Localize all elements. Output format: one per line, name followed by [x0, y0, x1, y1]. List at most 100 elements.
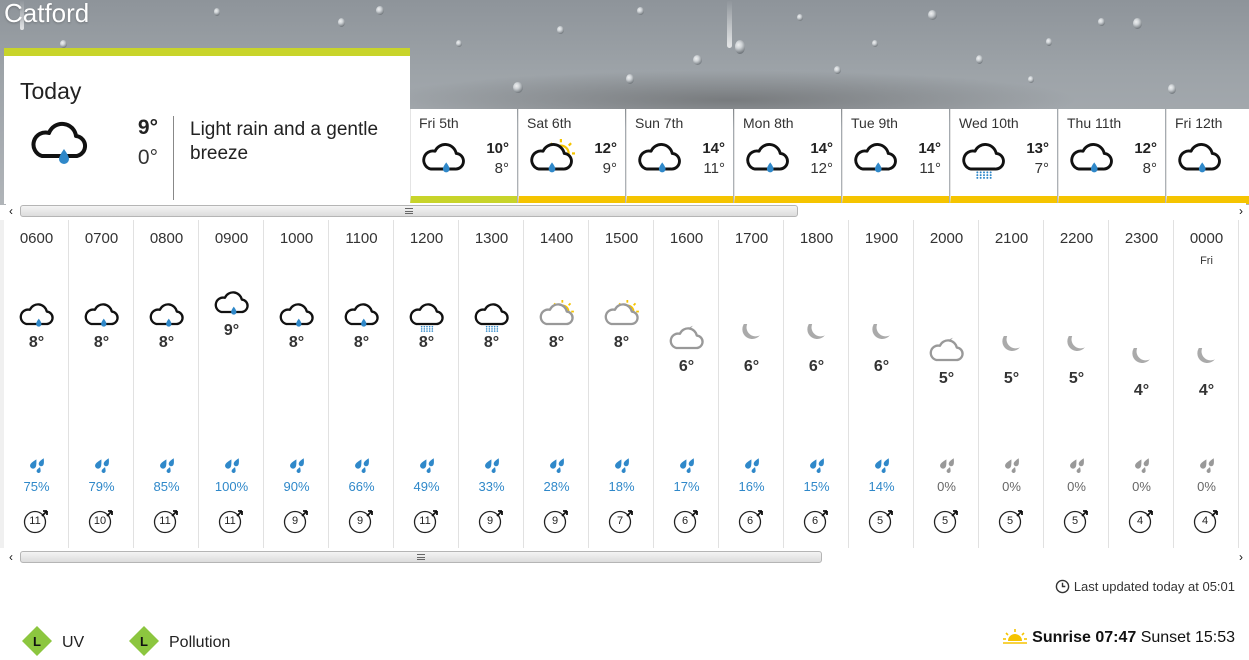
raindrops-icon	[225, 458, 239, 473]
cloud-rain-icon	[149, 303, 184, 327]
raindrops-icon	[1005, 458, 1019, 473]
moon-icon	[1197, 348, 1215, 363]
raindrop	[797, 14, 803, 21]
hour-column[interactable]: 0600 8° 75% 11	[4, 220, 69, 548]
hour-column[interactable]: 1200 8° 49% 11	[394, 220, 459, 548]
cloud-rain-icon	[1178, 143, 1221, 173]
pollution-label[interactable]: Pollution	[169, 634, 230, 652]
day-low-temp: 8°	[494, 160, 509, 177]
scroll-right-arrow-icon[interactable]: ›	[1236, 549, 1246, 565]
cloud-drizzle-icon	[962, 143, 1005, 179]
raindrop	[456, 40, 462, 47]
hour-column[interactable]: 2100 5° 0% 5	[979, 220, 1044, 548]
pollution-level-badge[interactable]: L	[128, 625, 160, 657]
raindrops-icon	[745, 458, 759, 473]
scroll-right-arrow-icon[interactable]: ›	[1236, 203, 1246, 219]
hour-column[interactable]: 2200 5° 0% 5	[1044, 220, 1109, 548]
uv-level: L	[33, 634, 41, 649]
hour-column[interactable]: 1600 6° 17% 6	[654, 220, 719, 548]
day-high-temp: 14°	[702, 140, 725, 157]
day-tab[interactable]: Fri 12th1	[1166, 109, 1249, 204]
day-high-temp: 12°	[1134, 140, 1157, 157]
today-label: Today	[20, 78, 82, 104]
raindrop	[637, 7, 644, 15]
day-tab[interactable]: Wed 10th 13° 7°	[950, 109, 1057, 204]
hour-column[interactable]: 1700 6° 16% 6	[719, 220, 784, 548]
sunrise-label: Sunrise	[1032, 629, 1091, 646]
hour-column[interactable]: 1400 8° 28% 9	[524, 220, 589, 548]
hour-time: 0900	[214, 230, 249, 247]
hour-rain-chance: 0%	[1132, 479, 1151, 494]
scroll-left-arrow-icon[interactable]: ‹	[6, 203, 16, 219]
cloud-rain-icon	[19, 303, 54, 327]
hour-column[interactable]: 2000 5° 0% 5	[914, 220, 979, 548]
days-scrollbar[interactable]: ‹ ›	[6, 203, 1246, 219]
location-name: Catford	[4, 0, 90, 28]
cloud-rain-icon	[422, 143, 465, 173]
day-tab[interactable]: Sat 6th 12° 9°	[518, 109, 625, 204]
hour-rain-chance: 66%	[348, 479, 375, 494]
hours-scroll-thumb[interactable]	[20, 551, 822, 563]
hour-rain-chance: 33%	[478, 479, 505, 494]
hour-rain-chance: 75%	[23, 479, 50, 494]
cloud-drizzle-icon	[409, 303, 444, 332]
day-tab[interactable]: Thu 11th 12° 8°	[1058, 109, 1165, 204]
day-tab[interactable]: Mon 8th 14° 12°	[734, 109, 841, 204]
hour-column[interactable]: 1500 8° 18% 7	[589, 220, 654, 548]
day-high-temp: 13°	[1026, 140, 1049, 157]
raindrops-icon	[290, 458, 304, 473]
raindrop	[376, 6, 384, 15]
raindrop	[928, 10, 937, 20]
clock-icon	[1055, 579, 1070, 594]
uv-label[interactable]: UV	[62, 634, 84, 652]
day-tab[interactable]: Tue 9th 14° 11°	[842, 109, 949, 204]
hour-wind-speed: 9	[356, 515, 364, 527]
hour-rain-chance: 100%	[214, 479, 249, 494]
raindrop	[976, 55, 983, 64]
hours-scrollbar[interactable]: ‹ ›	[6, 549, 1246, 565]
hour-time: 1200	[409, 230, 444, 247]
hour-rain-chance: 28%	[543, 479, 570, 494]
hour-time: 1700	[734, 230, 769, 247]
today-card[interactable]: Today 9° 0° Light rain and a gentle bree…	[4, 48, 410, 204]
hour-column[interactable]: 1900 6° 14% 5	[849, 220, 914, 548]
days-scroll-thumb[interactable]	[20, 205, 798, 217]
raindrop	[1098, 18, 1105, 26]
hour-wind-speed: 9	[551, 515, 559, 527]
hour-rain-chance: 85%	[153, 479, 180, 494]
raindrops-icon	[1135, 458, 1149, 473]
hour-column[interactable]: 0000 Fri 4° 0% 4	[1174, 220, 1239, 548]
day-tab[interactable]: Fri 5th 10° 8°	[410, 109, 517, 204]
cloud-rain-icon	[279, 303, 314, 327]
hour-rain-chance: 16%	[738, 479, 765, 494]
raindrops-icon	[1070, 458, 1084, 473]
hour-wind-speed: 11	[159, 515, 171, 527]
scroll-left-arrow-icon[interactable]: ‹	[6, 549, 16, 565]
hour-temp: 8°	[28, 334, 45, 351]
pollution-level: L	[140, 634, 148, 649]
hour-column[interactable]: 0700 8° 79% 10	[69, 220, 134, 548]
day-tab[interactable]: Sun 7th 14° 11°	[626, 109, 733, 204]
raindrop	[1046, 38, 1052, 46]
hour-column[interactable]: 1300 8° 33% 9	[459, 220, 524, 548]
raindrop	[338, 18, 345, 27]
hour-temp: 9°	[223, 322, 240, 339]
day-low-temp: 9°	[602, 160, 617, 177]
hour-column[interactable]: 1100 8° 66% 9	[329, 220, 394, 548]
raindrop	[1168, 84, 1176, 94]
moon-icon	[1002, 336, 1020, 351]
day-name: Mon 8th	[743, 115, 794, 131]
uv-level-badge[interactable]: L	[21, 625, 53, 657]
hour-rain-chance: 17%	[673, 479, 700, 494]
hour-rain-chance: 0%	[1067, 479, 1086, 494]
hour-time: 2300	[1124, 230, 1159, 247]
hour-column[interactable]: 2300 4° 0% 4	[1109, 220, 1174, 548]
hour-wind-speed: 11	[419, 515, 431, 527]
hour-column[interactable]: 0800 8° 85% 11	[134, 220, 199, 548]
hour-column[interactable]: 1000 8° 90% 9	[264, 220, 329, 548]
moon-cloud-icon	[929, 337, 964, 362]
hour-column[interactable]: 1800 6° 15% 6	[784, 220, 849, 548]
hour-column[interactable]: 0900 9° 100% 11	[199, 220, 264, 548]
hour-wind-speed: 10	[93, 515, 107, 527]
raindrop	[626, 74, 634, 84]
